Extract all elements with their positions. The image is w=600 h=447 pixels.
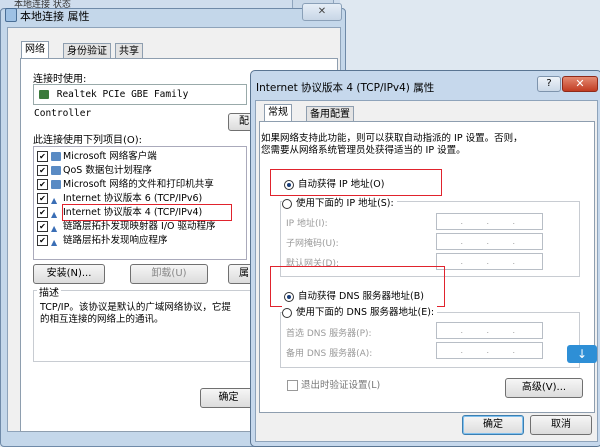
validate-on-exit-option[interactable]: 退出时验证设置(L): [287, 379, 380, 392]
dialog-cancel-button[interactable]: 取消: [530, 415, 592, 435]
preferred-dns-field[interactable]: ...: [436, 322, 543, 339]
item-label: Microsoft 网络的文件和打印机共享: [63, 179, 214, 190]
default-gateway-field[interactable]: ...: [436, 253, 543, 270]
ip-address-label: IP 地址(I):: [286, 219, 328, 229]
info-text-line1: 如果网络支持此功能，则可以获取自动指派的 IP 设置。否则，: [261, 133, 523, 144]
install-button[interactable]: 安装(N)...: [33, 264, 105, 284]
auto-dns-radio-option[interactable]: 自动获得 DNS 服务器地址(B): [284, 290, 424, 303]
service-icon: [51, 166, 61, 175]
validate-label: 退出时验证设置(L): [301, 380, 381, 391]
auto-dns-label: 自动获得 DNS 服务器地址(B): [298, 291, 424, 302]
ipv4-highlight-box: [62, 204, 232, 221]
network-icon: [5, 8, 17, 22]
auto-ip-radio-option[interactable]: 自动获得 IP 地址(O): [284, 178, 384, 191]
item-label: 链路层拓扑发现响应程序: [63, 235, 168, 246]
manual-dns-radio-option[interactable]: 使用下面的 DNS 服务器地址(E):: [282, 306, 438, 319]
info-text-line2: 您需要从网络系统管理员处获得适当的 IP 设置。: [261, 145, 466, 156]
list-item[interactable]: ✔ QoS 数据包计划程序: [37, 164, 152, 177]
list-item[interactable]: ✔ Microsoft 网络客户端: [37, 150, 157, 163]
service-icon: [51, 180, 61, 189]
radio-selected[interactable]: [284, 291, 294, 302]
items-label: 此连接使用下列项目(O):: [33, 135, 143, 146]
radio-selected[interactable]: [284, 179, 294, 190]
protocol-icon: ▲: [51, 238, 58, 247]
protocol-icon: ▲: [51, 224, 58, 233]
checkbox[interactable]: ✔: [37, 165, 48, 176]
protocol-icon: ▲: [51, 210, 58, 219]
radio-unselected[interactable]: [282, 198, 292, 209]
checkbox[interactable]: ✔: [37, 221, 48, 232]
manual-ip-label: 使用下面的 IP 地址(S):: [296, 198, 394, 209]
list-item[interactable]: ✔ ▲ 链路层拓扑发现响应程序: [37, 234, 168, 247]
help-button[interactable]: ?: [537, 76, 561, 92]
scroll-down-icon[interactable]: ↓: [567, 345, 597, 363]
checkbox[interactable]: ✔: [37, 151, 48, 162]
item-label: Microsoft 网络客户端: [63, 151, 157, 162]
list-item[interactable]: ✔ ▲ 链路层拓扑发现映射器 I/O 驱动程序: [37, 220, 216, 233]
subnet-mask-field[interactable]: ...: [436, 233, 543, 250]
dialog-ok-button[interactable]: 确定: [462, 415, 524, 435]
item-label: 链路层拓扑发现映射器 I/O 驱动程序: [63, 221, 216, 232]
description-label: 描述: [37, 284, 61, 299]
protocol-icon: ▲: [51, 196, 58, 205]
network-client-icon: [51, 152, 61, 161]
item-label: Internet 协议版本 6 (TCP/IPv6): [63, 193, 203, 204]
checkbox[interactable]: ✔: [37, 193, 48, 204]
alternate-dns-field[interactable]: ...: [436, 342, 543, 359]
list-item[interactable]: ✔ Microsoft 网络的文件和打印机共享: [37, 178, 214, 191]
manual-dns-group: [280, 312, 580, 368]
adapter-field: Realtek PCIe GBE Family Controller: [33, 84, 247, 119]
item-label: QoS 数据包计划程序: [63, 165, 152, 176]
ok-button[interactable]: 确定: [200, 388, 257, 408]
radio-unselected[interactable]: [282, 307, 292, 318]
manual-ip-radio-option[interactable]: 使用下面的 IP 地址(S):: [282, 197, 397, 210]
description-text-line2: 的相互连接的网络上的通讯。: [40, 314, 164, 325]
uninstall-button[interactable]: 卸载(U): [130, 264, 208, 284]
adapter-icon: [39, 90, 49, 99]
validate-checkbox[interactable]: [287, 380, 298, 391]
dialog-title: Internet 协议版本 4 (TCP/IPv4) 属性: [256, 82, 435, 94]
preferred-dns-label: 首选 DNS 服务器(P):: [286, 329, 372, 339]
alternate-dns-label: 备用 DNS 服务器(A):: [286, 349, 373, 359]
auto-ip-label: 自动获得 IP 地址(O): [298, 179, 385, 190]
ip-address-field[interactable]: ...: [436, 213, 543, 230]
checkbox[interactable]: ✔: [37, 207, 48, 218]
close-button[interactable]: ✕: [302, 3, 342, 21]
advanced-button[interactable]: 高级(V)...: [505, 378, 583, 398]
subnet-mask-label: 子网掩码(U):: [286, 239, 339, 249]
checkbox[interactable]: ✔: [37, 179, 48, 190]
dialog-close-button[interactable]: ✕: [562, 76, 598, 92]
window-title: 本地连接 属性: [20, 10, 90, 23]
checkbox[interactable]: ✔: [37, 235, 48, 246]
connect-using-label: 连接时使用:: [33, 74, 87, 85]
manual-dns-label: 使用下面的 DNS 服务器地址(E):: [296, 307, 435, 318]
